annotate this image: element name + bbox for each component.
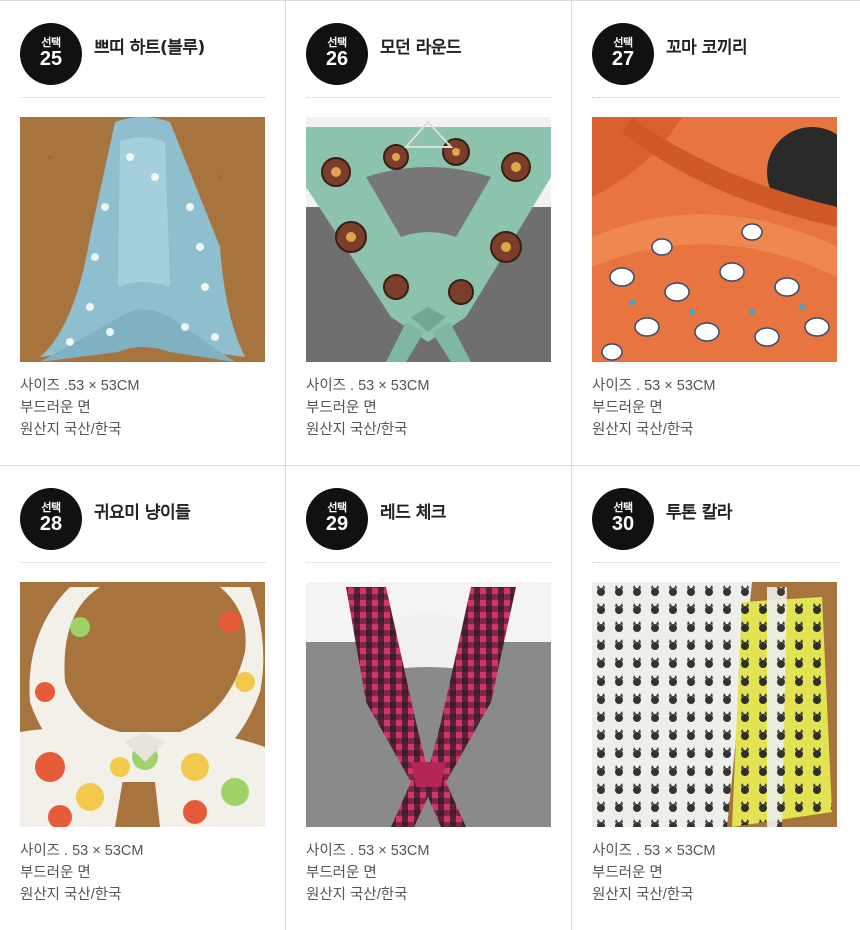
material-text: 부드러운 면 xyxy=(306,400,377,416)
product-card-30[interactable]: 선택 30 투톤 칼라 사이즈 . 53 × 53CM 부드러운 면 원산지 국… xyxy=(572,466,860,930)
badge-number: 30 xyxy=(611,513,635,535)
divider xyxy=(20,97,265,98)
product-title[interactable]: 꼬마 코끼리 xyxy=(666,33,748,58)
selection-badge: 선택 28 xyxy=(20,488,82,550)
two-tone-cat-scarf-photo[interactable] xyxy=(592,582,837,827)
selection-badge: 선택 26 xyxy=(306,23,368,85)
cat-print-scarf-photo[interactable] xyxy=(20,582,265,827)
product-info: 사이즈 . 53 × 53CM 부드러운 면 원산지 국산/한국 xyxy=(20,840,143,906)
orange-elephant-scarf-photo[interactable] xyxy=(592,117,837,362)
size-text: 사이즈 . 53 × 53CM xyxy=(306,378,430,394)
badge-number: 29 xyxy=(325,513,349,535)
product-info: 사이즈 . 53 × 53CM 부드러운 면 원산지 국산/한국 xyxy=(592,840,715,906)
badge-label: 선택 xyxy=(41,501,61,514)
size-text: 사이즈 .53 × 53CM xyxy=(20,378,140,394)
material-text: 부드러운 면 xyxy=(306,865,377,881)
product-title[interactable]: 투톤 칼라 xyxy=(666,498,732,523)
origin-text: 원산지 국산/한국 xyxy=(592,887,694,903)
size-text: 사이즈 . 53 × 53CM xyxy=(20,843,144,859)
mint-round-pattern-scarf-photo[interactable] xyxy=(306,117,551,362)
product-grid: 선택 25 쁘띠 하트(블루) 사이즈 .53 × 53CM 부드러운 면 원산… xyxy=(0,0,860,930)
product-card-25[interactable]: 선택 25 쁘띠 하트(블루) 사이즈 .53 × 53CM 부드러운 면 원산… xyxy=(0,0,286,466)
material-text: 부드러운 면 xyxy=(20,865,91,881)
material-text: 부드러운 면 xyxy=(592,400,663,416)
divider xyxy=(592,97,840,98)
badge-label: 선택 xyxy=(613,36,633,49)
badge-label: 선택 xyxy=(613,501,633,514)
size-text: 사이즈 . 53 × 53CM xyxy=(306,843,430,859)
divider xyxy=(592,562,840,563)
product-info: 사이즈 . 53 × 53CM 부드러운 면 원산지 국산/한국 xyxy=(306,375,429,441)
divider xyxy=(20,562,265,563)
product-info: 사이즈 .53 × 53CM 부드러운 면 원산지 국산/한국 xyxy=(20,375,139,441)
selection-badge: 선택 29 xyxy=(306,488,368,550)
product-card-27[interactable]: 선택 27 꼬마 코끼리 사이즈 . 53 × 53CM 부드러운 면 원산지 … xyxy=(572,0,860,466)
product-title[interactable]: 귀요미 냥이들 xyxy=(94,498,191,523)
badge-label: 선택 xyxy=(327,36,347,49)
divider xyxy=(306,562,551,563)
origin-text: 원산지 국산/한국 xyxy=(306,422,408,438)
product-info: 사이즈 . 53 × 53CM 부드러운 면 원산지 국산/한국 xyxy=(306,840,429,906)
size-text: 사이즈 . 53 × 53CM xyxy=(592,378,716,394)
product-title[interactable]: 쁘띠 하트(블루) xyxy=(94,33,205,58)
badge-number: 27 xyxy=(611,48,635,70)
material-text: 부드러운 면 xyxy=(20,400,91,416)
origin-text: 원산지 국산/한국 xyxy=(20,887,122,903)
badge-label: 선택 xyxy=(41,36,61,49)
red-check-scarf-photo[interactable] xyxy=(306,582,551,827)
badge-number: 25 xyxy=(39,48,63,70)
product-card-28[interactable]: 선택 28 귀요미 냥이들 사이즈 . 53 × 53CM 부드러운 면 원산지… xyxy=(0,466,286,930)
material-text: 부드러운 면 xyxy=(592,865,663,881)
badge-number: 26 xyxy=(325,48,349,70)
selection-badge: 선택 30 xyxy=(592,488,654,550)
product-card-26[interactable]: 선택 26 모던 라운드 사이즈 . 53 × 53CM 부드러운 면 원산지 … xyxy=(286,0,572,466)
badge-number: 28 xyxy=(39,513,63,535)
badge-label: 선택 xyxy=(327,501,347,514)
origin-text: 원산지 국산/한국 xyxy=(592,422,694,438)
product-title[interactable]: 레드 체크 xyxy=(380,498,446,523)
size-text: 사이즈 . 53 × 53CM xyxy=(592,843,716,859)
blue-heart-scarf-photo[interactable] xyxy=(20,117,265,362)
divider xyxy=(306,97,551,98)
origin-text: 원산지 국산/한국 xyxy=(306,887,408,903)
origin-text: 원산지 국산/한국 xyxy=(20,422,122,438)
product-title[interactable]: 모던 라운드 xyxy=(380,33,462,58)
product-info: 사이즈 . 53 × 53CM 부드러운 면 원산지 국산/한국 xyxy=(592,375,715,441)
product-card-29[interactable]: 선택 29 레드 체크 사이즈 . 53 × 53CM 부드러운 면 원산지 국… xyxy=(286,466,572,930)
selection-badge: 선택 27 xyxy=(592,23,654,85)
selection-badge: 선택 25 xyxy=(20,23,82,85)
